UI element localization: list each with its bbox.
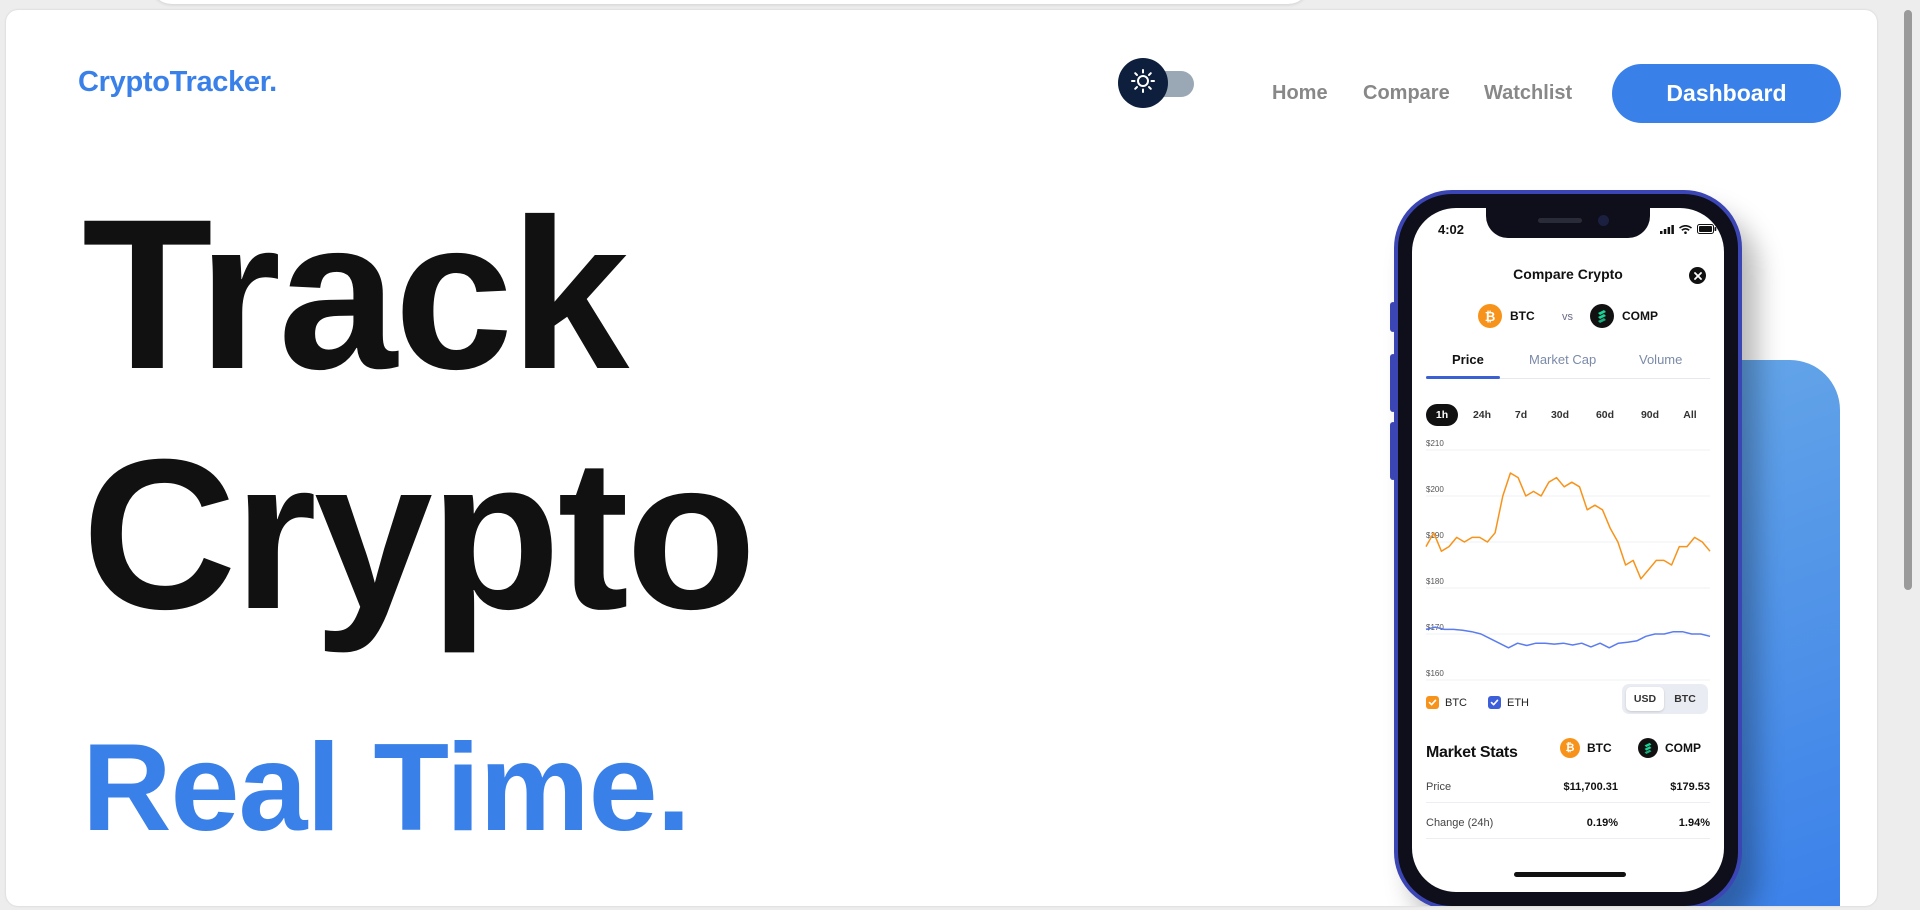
coin-b-label: COMP (1622, 309, 1658, 323)
bitcoin-icon: ₿ (1478, 304, 1502, 328)
compound-icon (1590, 304, 1614, 328)
hero-line-crypto: Crypto (82, 415, 757, 654)
camera (1598, 215, 1609, 226)
range-90d[interactable]: 90d (1632, 404, 1668, 426)
compound-icon (1638, 738, 1658, 758)
active-tab-indicator (1426, 376, 1500, 379)
battery-icon (1697, 221, 1717, 239)
market-stats-coin-a: ₿ BTC (1560, 738, 1612, 758)
hero-line-track: Track (82, 175, 629, 414)
stat-value-a-price: $11,700.31 (1563, 781, 1618, 793)
range-all[interactable]: All (1675, 404, 1705, 426)
dashboard-button[interactable]: Dashboard (1612, 64, 1841, 123)
tab-market-cap[interactable]: Market Cap (1529, 352, 1596, 367)
phone-mockup: 4:02 Compare Crypto ₿ BTC vs COMP Price … (1390, 190, 1742, 906)
stat-label-change: Change (24h) (1426, 817, 1494, 829)
phone-screen: 4:02 Compare Crypto ₿ BTC vs COMP Price … (1412, 208, 1724, 892)
market-stats-coin-b: COMP (1638, 738, 1701, 758)
market-stats-coin-a-label: BTC (1587, 741, 1612, 755)
y-tick-label: $210 (1426, 439, 1444, 448)
range-24h[interactable]: 24h (1463, 404, 1501, 426)
browser-top-strip (150, 0, 1310, 4)
coin-b-selector[interactable]: COMP (1590, 304, 1658, 328)
series-line-btc (1425, 472, 1711, 580)
bitcoin-icon: ₿ (1560, 738, 1580, 758)
market-stats-coin-b-label: COMP (1665, 741, 1701, 755)
phone-side-button (1390, 422, 1396, 480)
close-button[interactable] (1689, 267, 1706, 284)
status-icons (1660, 221, 1717, 239)
price-chart: $210$200$190$180$170$160 (1425, 439, 1711, 681)
stat-divider (1426, 802, 1710, 803)
page: CryptoTracker. Home Compare Watchlist Da… (6, 10, 1877, 906)
close-icon (1693, 267, 1702, 285)
stat-value-a-change: 0.19% (1586, 817, 1618, 829)
legend-btc-label: BTC (1445, 696, 1467, 709)
range-7d[interactable]: 7d (1506, 404, 1536, 426)
signal-icon (1660, 221, 1674, 239)
tab-volume[interactable]: Volume (1639, 352, 1682, 367)
stat-divider (1426, 838, 1710, 839)
y-tick-label: $160 (1426, 669, 1444, 678)
stat-value-b-change: 1.94% (1678, 817, 1710, 829)
phone-notch (1486, 208, 1650, 238)
market-stats-title: Market Stats (1426, 744, 1518, 761)
nav-watchlist[interactable]: Watchlist (1484, 82, 1572, 105)
vs-label: vs (1562, 311, 1573, 323)
sun-icon (1130, 68, 1156, 99)
currency-usd[interactable]: USD (1626, 687, 1664, 711)
legend-btc[interactable]: BTC (1426, 696, 1467, 709)
nav-compare[interactable]: Compare (1363, 82, 1450, 105)
legend-eth[interactable]: ETH (1488, 696, 1529, 709)
compare-title: Compare Crypto (1513, 266, 1623, 282)
toggle-knob (1118, 58, 1168, 108)
range-30d[interactable]: 30d (1542, 404, 1578, 426)
coin-a-label: BTC (1510, 309, 1535, 323)
wifi-icon (1679, 221, 1692, 239)
phone-side-button (1390, 302, 1396, 332)
theme-toggle[interactable] (1118, 58, 1198, 108)
hero-line-realtime: Real Time. (82, 719, 691, 857)
y-tick-label: $200 (1426, 485, 1444, 494)
nav-home[interactable]: Home (1272, 82, 1328, 105)
y-tick-label: $180 (1426, 577, 1444, 586)
range-60d[interactable]: 60d (1587, 404, 1623, 426)
checkbox-checked-icon (1488, 696, 1501, 709)
phone-side-button (1390, 354, 1396, 412)
home-indicator (1514, 872, 1626, 877)
currency-toggle: USD BTC (1622, 684, 1708, 714)
range-1h[interactable]: 1h (1426, 404, 1458, 426)
tab-price[interactable]: Price (1452, 352, 1484, 367)
stat-label-price: Price (1426, 781, 1452, 793)
legend-eth-label: ETH (1507, 696, 1529, 709)
speaker (1538, 218, 1582, 223)
stat-value-b-price: $179.53 (1670, 781, 1710, 793)
currency-btc[interactable]: BTC (1666, 687, 1704, 711)
series-line-eth (1425, 626, 1711, 649)
logo[interactable]: CryptoTracker. (78, 66, 277, 99)
status-time: 4:02 (1438, 222, 1465, 237)
checkbox-checked-icon (1426, 696, 1439, 709)
scrollbar[interactable] (1904, 10, 1912, 590)
coin-a-selector[interactable]: ₿ BTC (1478, 304, 1535, 328)
